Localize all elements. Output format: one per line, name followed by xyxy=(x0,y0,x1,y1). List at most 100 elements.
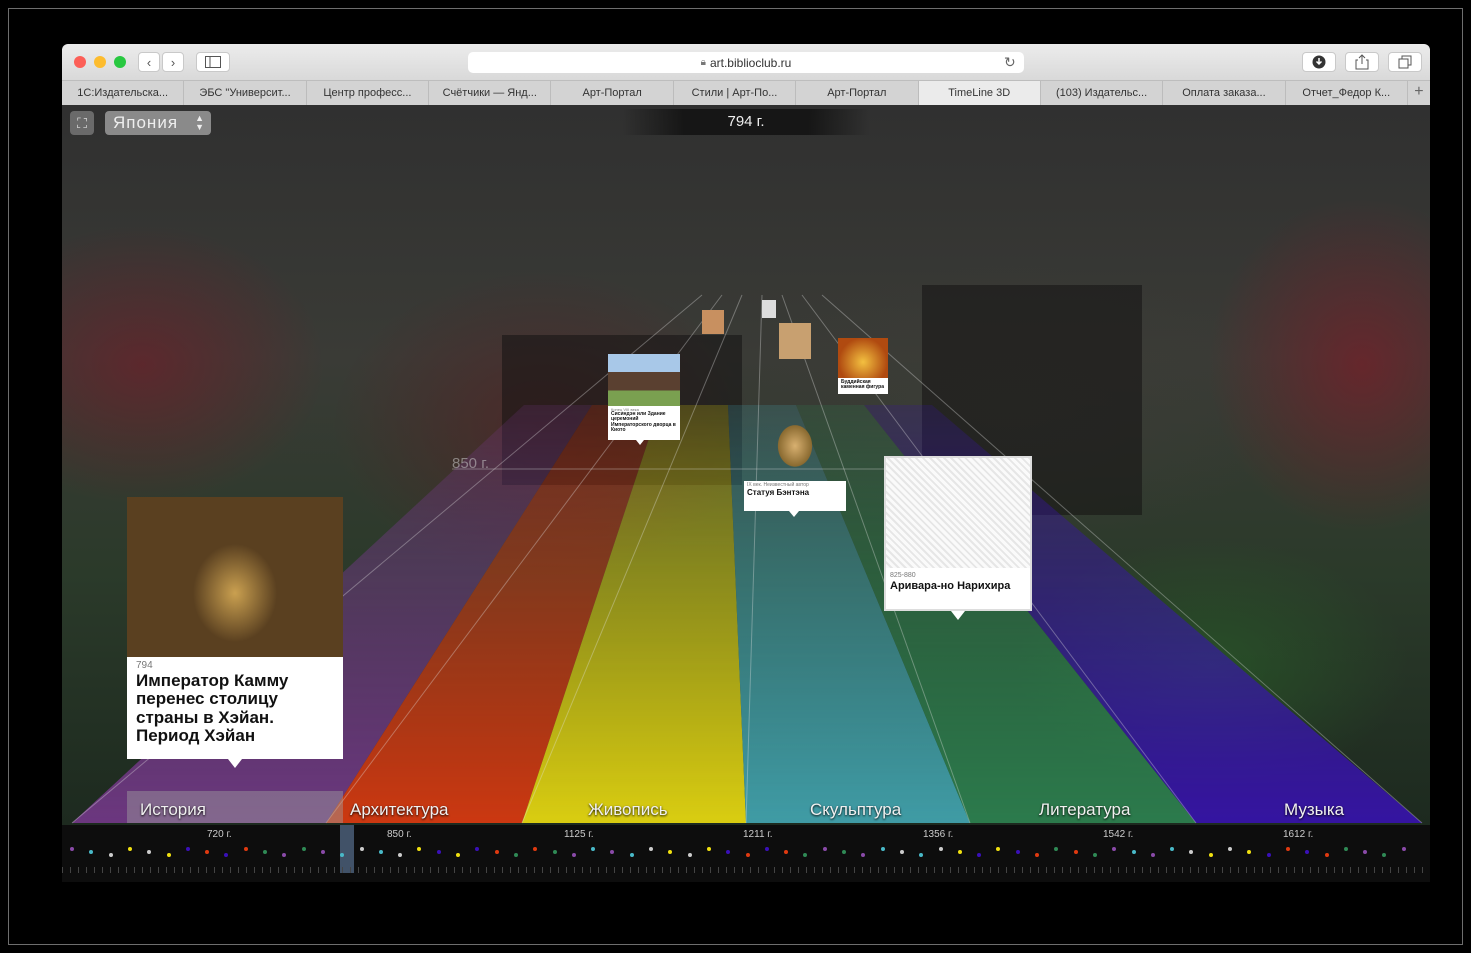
timeline-event-dot[interactable] xyxy=(359,847,364,851)
timeline-event-dot[interactable] xyxy=(1343,847,1348,851)
timeline-event-dot[interactable] xyxy=(938,847,943,851)
timeline-event-dot[interactable] xyxy=(552,850,557,854)
address-bar[interactable]: 🔒︎ art.biblioclub.ru xyxy=(468,52,1024,73)
category-literature[interactable]: Литература xyxy=(1039,800,1130,820)
timeline-event-dot[interactable] xyxy=(861,853,866,857)
timeline-event-dot[interactable] xyxy=(513,853,518,857)
timeline-event-dot[interactable] xyxy=(282,853,287,857)
timeline-event-dot[interactable] xyxy=(89,850,94,854)
timeline-3d-scene[interactable]: ⛶ Япония ▲ ▼ 794 г. 850 г. Буддийская кам… xyxy=(62,105,1430,825)
timeline-event-dot[interactable] xyxy=(957,850,962,854)
sidebar-toggle-button[interactable] xyxy=(196,52,230,72)
timeline-event-dot[interactable] xyxy=(706,847,711,851)
timeline-event-dot[interactable] xyxy=(1054,847,1059,851)
timeline-event-dot[interactable] xyxy=(803,853,808,857)
timeline-scrubber[interactable]: 720 г. 850 г. 1125 г. 1211 г. 1356 г. 15… xyxy=(62,825,1430,882)
card-sculpture[interactable]: IX век. Неизвестный автор Статуя Бэнтэна xyxy=(744,403,846,511)
timeline-event-dot[interactable] xyxy=(1170,847,1175,851)
timeline-event-dot[interactable] xyxy=(494,850,499,854)
timeline-event-dot[interactable] xyxy=(475,847,480,851)
timeline-event-dot[interactable] xyxy=(1305,850,1310,854)
tab-art-portal-2[interactable]: Арт-Портал xyxy=(796,81,919,105)
back-button[interactable]: ‹ xyxy=(138,52,160,72)
timeline-event-dot[interactable] xyxy=(610,850,615,854)
card-literature[interactable]: 825-880 Аривара-но Нарихира xyxy=(884,456,1032,611)
forward-button[interactable]: › xyxy=(162,52,184,72)
timeline-event-dot[interactable] xyxy=(1401,847,1406,851)
timeline-event-dot[interactable] xyxy=(70,847,74,851)
timeline-event-dot[interactable] xyxy=(822,847,827,851)
timeline-event-dot[interactable] xyxy=(919,853,924,857)
timeline-event-dot[interactable] xyxy=(571,853,576,857)
timeline-event-dot[interactable] xyxy=(378,850,383,854)
timeline-event-dot[interactable] xyxy=(1035,853,1039,857)
downloads-button[interactable] xyxy=(1302,52,1336,72)
timeline-event-dot[interactable] xyxy=(1228,847,1232,851)
timeline-event-dot[interactable] xyxy=(977,853,982,857)
new-tab-button[interactable]: + xyxy=(1408,81,1430,105)
country-select[interactable]: Япония ▲ ▼ xyxy=(105,111,211,135)
category-history[interactable]: История xyxy=(140,800,206,820)
timeline-event-dot[interactable] xyxy=(243,847,248,851)
tab-publisher[interactable]: (103) Издательс... xyxy=(1041,81,1164,105)
timeline-event-dot[interactable] xyxy=(1073,850,1078,854)
timeline-event-dot[interactable] xyxy=(224,853,229,857)
timeline-event-dot[interactable] xyxy=(417,847,422,851)
timeline-event-dot[interactable] xyxy=(668,850,673,854)
tab-center[interactable]: Центр професс... xyxy=(307,81,430,105)
distant-card[interactable] xyxy=(702,310,724,334)
timeline-event-dot[interactable] xyxy=(880,847,885,851)
card-history-main[interactable]: 794 Император Камму перенес столицу стра… xyxy=(127,497,343,759)
timeline-event-dot[interactable] xyxy=(436,850,441,854)
timeline-event-dot[interactable] xyxy=(301,847,306,851)
category-painting[interactable]: Живопись xyxy=(588,800,668,820)
minimize-window-button[interactable] xyxy=(94,56,106,68)
timeline-event-dot[interactable] xyxy=(1266,853,1271,857)
card-far-buddhist[interactable]: Буддийская каменная фигура xyxy=(838,338,888,394)
zoom-window-button[interactable] xyxy=(114,56,126,68)
timeline-event-dot[interactable] xyxy=(842,850,846,854)
distant-card[interactable] xyxy=(779,323,811,359)
timeline-event-dot[interactable] xyxy=(1363,850,1368,854)
timeline-event-dot[interactable] xyxy=(398,853,403,857)
fullscreen-button[interactable]: ⛶ xyxy=(70,111,94,135)
tab-styles[interactable]: Стили | Арт-По... xyxy=(674,81,797,105)
timeline-event-dot[interactable] xyxy=(205,850,210,854)
timeline-event-dot[interactable] xyxy=(1382,853,1387,857)
tab-ebs[interactable]: ЭБС "Университ... xyxy=(184,81,307,105)
tab-payment[interactable]: Оплата заказа... xyxy=(1163,81,1286,105)
timeline-event-dot[interactable] xyxy=(764,847,769,851)
timeline-event-dot[interactable] xyxy=(1150,853,1155,857)
timeline-event-dot[interactable] xyxy=(1285,847,1290,851)
timeline-position-marker[interactable] xyxy=(340,825,354,873)
timeline-event-dot[interactable] xyxy=(263,850,267,854)
category-music[interactable]: Музыка xyxy=(1284,800,1344,820)
timeline-event-dot[interactable] xyxy=(687,853,692,857)
category-architecture[interactable]: Архитектура xyxy=(350,800,448,820)
timeline-event-dot[interactable] xyxy=(629,853,634,857)
timeline-event-dot[interactable] xyxy=(996,847,1001,851)
timeline-event-dot[interactable] xyxy=(147,850,152,854)
timeline-event-dot[interactable] xyxy=(1247,850,1252,854)
timeline-event-dot[interactable] xyxy=(127,847,132,851)
timeline-event-dot[interactable] xyxy=(1092,853,1097,857)
tab-report[interactable]: Отчет_Федор К... xyxy=(1286,81,1408,105)
tab-art-portal-1[interactable]: Арт-Портал xyxy=(551,81,674,105)
timeline-event-dot[interactable] xyxy=(591,847,596,851)
timeline-event-dot[interactable] xyxy=(1189,850,1194,854)
distant-card[interactable] xyxy=(762,300,776,318)
tab-timeline-3d[interactable]: TimeLine 3D xyxy=(918,81,1041,105)
timeline-event-dot[interactable] xyxy=(1131,850,1136,854)
tab-overview-button[interactable] xyxy=(1388,52,1422,72)
timeline-event-dot[interactable] xyxy=(784,850,789,854)
card-architecture[interactable]: Конец VIII века Сисиндэн или Здание цере… xyxy=(608,354,680,440)
timeline-event-dot[interactable] xyxy=(533,847,538,851)
tab-1c[interactable]: 1С:Издательска... xyxy=(62,81,185,105)
category-sculpture[interactable]: Скульптура xyxy=(810,800,901,820)
timeline-event-dot[interactable] xyxy=(320,850,325,854)
timeline-event-dot[interactable] xyxy=(185,847,190,851)
timeline-event-dot[interactable] xyxy=(166,853,171,857)
timeline-event-dot[interactable] xyxy=(1208,853,1213,857)
share-button[interactable] xyxy=(1345,52,1379,72)
close-window-button[interactable] xyxy=(74,56,86,68)
